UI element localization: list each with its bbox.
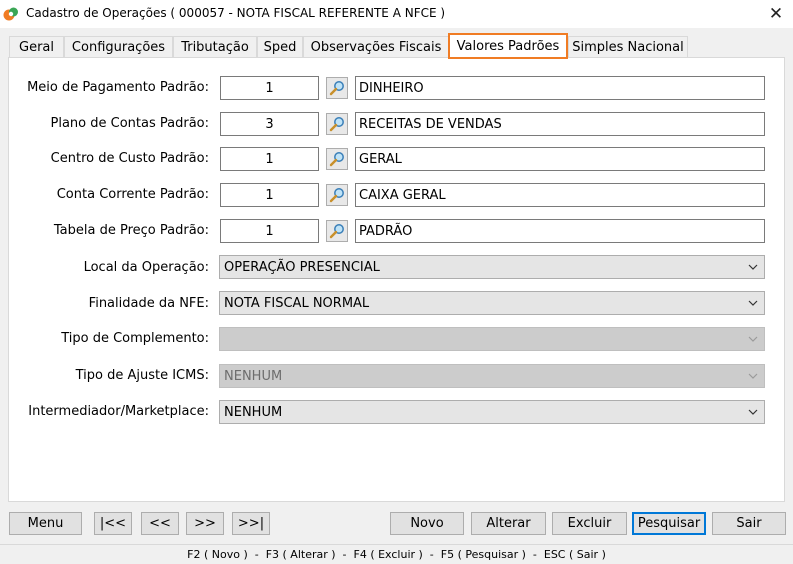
- finalidade-nfe-select[interactable]: NOTA FISCAL NORMAL: [219, 291, 765, 315]
- sair-button[interactable]: Sair: [712, 512, 786, 535]
- meio-pagamento-code-input[interactable]: 1: [220, 76, 319, 100]
- close-icon: ✕: [768, 4, 784, 24]
- magnifier-icon: [329, 224, 344, 239]
- local-operacao-value: OPERAÇÃO PRESENCIAL: [224, 259, 380, 275]
- plano-contas-description[interactable]: RECEITAS DE VENDAS: [355, 112, 765, 136]
- local-operacao-label: Local da Operação:: [83, 260, 209, 275]
- meio-pagamento-lookup-button[interactable]: [326, 77, 348, 99]
- tabela-preco-lookup-button[interactable]: [326, 220, 348, 242]
- app-logo-icon: [3, 7, 18, 21]
- local-operacao-select[interactable]: OPERAÇÃO PRESENCIAL: [219, 255, 765, 279]
- plano-contas-code-input[interactable]: 3: [220, 112, 319, 136]
- tabela-preco-code-input[interactable]: 1: [220, 219, 319, 243]
- tab-observacoes-fiscais[interactable]: Observações Fiscais: [303, 36, 449, 58]
- title-bar: Cadastro de Operações ( 000057 - NOTA FI…: [0, 0, 793, 28]
- alterar-button[interactable]: Alterar: [471, 512, 546, 535]
- finalidade-nfe-value: NOTA FISCAL NORMAL: [224, 295, 370, 311]
- chevron-down-icon: [748, 300, 758, 306]
- conta-corrente-label: Conta Corrente Padrão:: [56, 187, 209, 202]
- conta-corrente-code-input[interactable]: 1: [220, 183, 319, 207]
- tab-configuracoes[interactable]: Configurações: [64, 36, 173, 58]
- pesquisar-button[interactable]: Pesquisar: [632, 512, 706, 535]
- tab-simples-nacional[interactable]: Simples Nacional: [568, 36, 688, 58]
- centro-custo-label: Centro de Custo Padrão:: [50, 151, 209, 166]
- previous-record-button[interactable]: <<: [141, 512, 179, 535]
- centro-custo-code-input[interactable]: 1: [220, 147, 319, 171]
- chevron-down-icon: [748, 373, 758, 379]
- tab-sped[interactable]: Sped: [257, 36, 303, 58]
- menu-button[interactable]: Menu: [9, 512, 82, 535]
- tipo-ajuste-icms-value: NENHUM: [224, 368, 283, 384]
- first-record-button[interactable]: |<<: [94, 512, 132, 535]
- tipo-ajuste-icms-select[interactable]: NENHUM: [219, 364, 765, 388]
- tab-geral[interactable]: Geral: [9, 36, 64, 58]
- tab-bar: Geral Configurações Tributação Sped Obse…: [9, 33, 789, 59]
- window-title: Cadastro de Operações ( 000057 - NOTA FI…: [26, 6, 446, 20]
- tabela-preco-label: Tabela de Preço Padrão:: [53, 223, 209, 238]
- tipo-complemento-select[interactable]: [219, 327, 765, 351]
- close-button[interactable]: ✕: [759, 0, 793, 28]
- tab-valores-padroes[interactable]: Valores Padrões: [448, 33, 568, 59]
- centro-custo-lookup-button[interactable]: [326, 148, 348, 170]
- centro-custo-description[interactable]: GERAL: [355, 147, 765, 171]
- keyboard-shortcuts-hint: F2 ( Novo ) - F3 ( Alterar ) - F4 ( Excl…: [187, 548, 606, 561]
- finalidade-nfe-label: Finalidade da NFE:: [88, 296, 209, 311]
- intermediador-label: Intermediador/Marketplace:: [28, 404, 209, 419]
- chevron-down-icon: [748, 264, 758, 270]
- last-record-button[interactable]: >>|: [232, 512, 270, 535]
- tipo-ajuste-icms-label: Tipo de Ajuste ICMS:: [75, 368, 209, 383]
- intermediador-value: NENHUM: [224, 404, 283, 420]
- magnifier-icon: [329, 81, 344, 96]
- meio-pagamento-label: Meio de Pagamento Padrão:: [27, 80, 209, 95]
- magnifier-icon: [329, 152, 344, 167]
- chevron-down-icon: [748, 336, 758, 342]
- conta-corrente-description[interactable]: CAIXA GERAL: [355, 183, 765, 207]
- excluir-button[interactable]: Excluir: [552, 512, 627, 535]
- novo-button[interactable]: Novo: [390, 512, 464, 535]
- tabela-preco-description[interactable]: PADRÃO: [355, 219, 765, 243]
- meio-pagamento-description[interactable]: DINHEIRO: [355, 76, 765, 100]
- plano-contas-lookup-button[interactable]: [326, 113, 348, 135]
- status-bar: F2 ( Novo ) - F3 ( Alterar ) - F4 ( Excl…: [0, 544, 793, 564]
- magnifier-icon: [329, 117, 344, 132]
- tab-tributacao[interactable]: Tributação: [173, 36, 257, 58]
- tipo-complemento-label: Tipo de Complemento:: [61, 331, 209, 346]
- plano-contas-label: Plano de Contas Padrão:: [50, 116, 209, 131]
- chevron-down-icon: [748, 409, 758, 415]
- next-record-button[interactable]: >>: [186, 512, 224, 535]
- intermediador-select[interactable]: NENHUM: [219, 400, 765, 424]
- conta-corrente-lookup-button[interactable]: [326, 184, 348, 206]
- magnifier-icon: [329, 188, 344, 203]
